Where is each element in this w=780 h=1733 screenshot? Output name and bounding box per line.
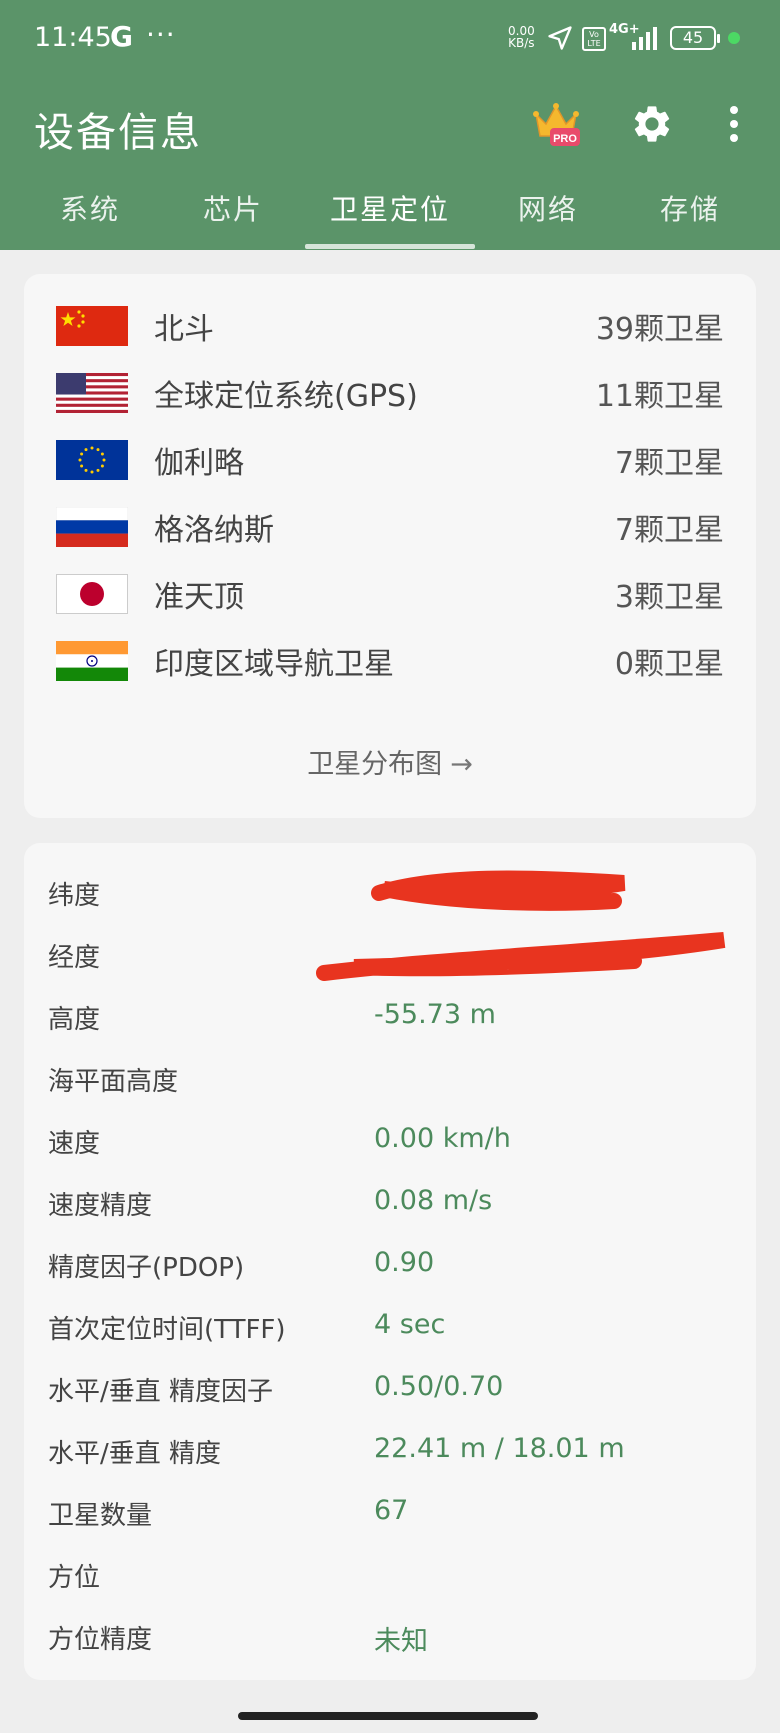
- redaction-scribble: [316, 870, 726, 981]
- info-value: 0.50/0.70: [374, 1371, 504, 1402]
- eu-flag-icon: [56, 440, 128, 480]
- info-row-speed-accuracy: 速度精度 0.08 m/s: [24, 1175, 756, 1225]
- info-row-speed: 速度 0.00 km/h: [24, 1113, 756, 1163]
- gnss-name: 伽利略: [154, 446, 244, 481]
- info-label: 精度因子(PDOP): [48, 1253, 245, 1283]
- tab-chip[interactable]: 芯片: [163, 190, 303, 250]
- info-value: 未知: [374, 1626, 428, 1657]
- gnss-row-beidou: 北斗 39颗卫星: [24, 294, 756, 354]
- tab-storage[interactable]: 存储: [620, 190, 760, 250]
- gnss-row-glonass: 格洛纳斯 7颗卫星: [24, 495, 756, 555]
- location-info-card: 纬度 经度 高度 -55.73 m 海平面高度 速度 0.00 km/h 速度精…: [24, 843, 756, 1680]
- info-value: 4 sec: [374, 1309, 446, 1340]
- gnss-row-qzss: 准天顶 3颗卫星: [24, 562, 756, 622]
- gnss-name: 准天顶: [154, 580, 244, 615]
- info-row-ttff: 首次定位时间(TTFF) 4 sec: [24, 1299, 756, 1349]
- info-label: 水平/垂直 精度: [48, 1439, 222, 1469]
- info-row-sea-level-altitude: 海平面高度: [24, 1051, 756, 1101]
- privacy-indicator-icon: [728, 32, 740, 44]
- gnss-count: 7颗卫星: [614, 513, 724, 548]
- info-label: 速度精度: [48, 1191, 153, 1221]
- tab-system[interactable]: 系统: [20, 190, 160, 250]
- app-header: 11:45 G ··· 0.00 KB/s Vo LTE 4G+ 45 设备信息…: [0, 0, 780, 250]
- active-tab-indicator: [305, 244, 475, 249]
- japan-flag-icon: [56, 574, 128, 614]
- location-arrow-icon: [548, 26, 572, 50]
- page-title: 设备信息: [34, 110, 202, 156]
- gnss-row-navic: 印度区域导航卫星 0颗卫星: [24, 629, 756, 689]
- info-value: 22.41 m / 18.01 m: [374, 1433, 625, 1464]
- home-indicator[interactable]: [238, 1712, 538, 1720]
- info-value: -55.73 m: [374, 999, 496, 1030]
- status-time: 11:45: [34, 22, 112, 53]
- signal-icon: [632, 27, 657, 50]
- info-value: 0.08 m/s: [374, 1185, 493, 1216]
- network-speed-unit: KB/s: [508, 36, 535, 50]
- tab-network[interactable]: 网络: [478, 190, 618, 250]
- more-notifications-icon: ···: [146, 18, 176, 51]
- info-row-satellite-count: 卫星数量 67: [24, 1485, 756, 1535]
- india-flag-icon: [56, 641, 128, 681]
- info-row-bearing: 方位: [24, 1547, 756, 1597]
- info-label: 高度: [48, 1005, 101, 1035]
- tab-gnss[interactable]: 卫星定位: [320, 190, 460, 250]
- gnss-count: 11颗卫星: [595, 379, 724, 414]
- status-bar: 11:45 G ··· 0.00 KB/s Vo LTE 4G+ 45: [0, 0, 780, 80]
- info-value: 67: [374, 1495, 409, 1526]
- gnss-row-gps: 全球定位系统(GPS) 11颗卫星: [24, 361, 756, 421]
- info-row-hv-dop: 水平/垂直 精度因子 0.50/0.70: [24, 1361, 756, 1411]
- network-speed: 0.00 KB/s: [508, 25, 535, 49]
- usa-flag-icon: [56, 373, 128, 413]
- info-row-bearing-accuracy: 方位精度 未知: [24, 1609, 756, 1659]
- info-label: 方位精度: [48, 1625, 153, 1655]
- info-label: 卫星数量: [48, 1501, 153, 1531]
- satellite-map-link[interactable]: 卫星分布图 →: [24, 742, 756, 781]
- info-label: 海平面高度: [48, 1067, 179, 1097]
- pro-badge-label: PRO: [553, 133, 577, 145]
- volte-icon: Vo LTE: [582, 27, 606, 51]
- more-vertical-icon[interactable]: [728, 104, 740, 144]
- gnss-name: 格洛纳斯: [154, 513, 274, 548]
- gnss-name: 全球定位系统(GPS): [154, 379, 418, 414]
- info-label: 方位: [48, 1563, 101, 1593]
- tab-bar: 系统 芯片 卫星定位 网络 存储: [0, 190, 780, 250]
- gnss-row-galileo: 伽利略 7颗卫星: [24, 428, 756, 488]
- info-value: 0.00 km/h: [374, 1123, 511, 1154]
- gnss-count: 3颗卫星: [614, 580, 724, 615]
- info-label: 首次定位时间(TTFF): [48, 1315, 286, 1345]
- gnss-name: 印度区域导航卫星: [154, 647, 394, 682]
- pro-crown-icon[interactable]: PRO: [532, 100, 580, 150]
- battery-icon: 45: [670, 26, 720, 50]
- arrow-right-icon: →: [450, 749, 473, 780]
- google-icon: G: [110, 20, 133, 53]
- info-label: 速度: [48, 1129, 101, 1159]
- china-flag-icon: [56, 306, 128, 346]
- info-row-altitude: 高度 -55.73 m: [24, 989, 756, 1039]
- gnss-card: 北斗 39颗卫星 全球定位系统(GPS) 11颗卫星 伽利略 7颗卫星 格洛纳斯…: [24, 274, 756, 818]
- settings-gear-icon[interactable]: [630, 102, 674, 146]
- gnss-count: 7颗卫星: [614, 446, 724, 481]
- gnss-name: 北斗: [154, 312, 214, 347]
- gnss-count: 0颗卫星: [614, 647, 724, 682]
- info-label: 水平/垂直 精度因子: [48, 1377, 274, 1407]
- info-row-hv-accuracy: 水平/垂直 精度 22.41 m / 18.01 m: [24, 1423, 756, 1473]
- info-value: 0.90: [374, 1247, 435, 1278]
- russia-flag-icon: [56, 507, 128, 547]
- gnss-count: 39颗卫星: [595, 312, 724, 347]
- info-row-pdop: 精度因子(PDOP) 0.90: [24, 1237, 756, 1287]
- satellite-map-label: 卫星分布图: [307, 749, 443, 780]
